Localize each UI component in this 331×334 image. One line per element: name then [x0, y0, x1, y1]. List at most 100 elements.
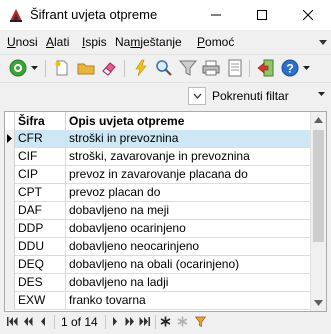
cell-code[interactable]: CPT	[15, 184, 66, 202]
lightning-icon	[135, 59, 147, 77]
menu-ispis[interactable]: Ispis	[82, 35, 107, 49]
cell-description[interactable]: dobavljeno na obali (ocarinjeno)	[66, 256, 312, 274]
open-button[interactable]	[76, 58, 96, 78]
row-selector[interactable]	[5, 184, 15, 202]
menu-alati[interactable]: Alati	[46, 35, 69, 49]
cell-code[interactable]: CFR	[15, 130, 66, 148]
delete-record-button[interactable]	[176, 314, 189, 329]
row-selector[interactable]	[5, 166, 15, 184]
print-button[interactable]	[201, 58, 221, 78]
new-record-icon	[55, 60, 68, 76]
scrollbar-thumb[interactable]	[313, 130, 324, 242]
table-row[interactable]: DEQ dobavljeno na obali (ocarinjeno)	[5, 256, 312, 274]
window-title: Šifrant uvjeta otpreme	[30, 7, 158, 22]
cell-code[interactable]: DAF	[15, 202, 66, 220]
cell-description[interactable]: prevoz in zavarovanje placana do	[66, 166, 312, 184]
column-header-code[interactable]: Šifra	[15, 112, 66, 130]
cell-code[interactable]: DDP	[15, 220, 66, 238]
table-row[interactable]: DDP dobavljeno ocarinjeno	[5, 220, 312, 238]
table-row[interactable]: DDU dobavljeno neocarinjeno	[5, 238, 312, 256]
prev-page-icon	[23, 317, 32, 326]
cell-code[interactable]: DDU	[15, 238, 66, 256]
vertical-scrollbar[interactable]	[310, 112, 326, 311]
help-button[interactable]: ?	[280, 58, 300, 78]
grid-header: Šifra Opis uvjeta otpreme	[5, 112, 312, 131]
row-selector[interactable]	[5, 130, 15, 148]
go-icon	[9, 59, 27, 77]
row-selector[interactable]	[5, 220, 15, 238]
exit-button[interactable]	[256, 58, 276, 78]
menu-namjestanje[interactable]: Namještanje	[115, 35, 182, 49]
title-bar: Šifrant uvjeta otpreme	[0, 0, 331, 30]
filter-button[interactable]	[178, 58, 198, 78]
help-icon: ?	[281, 59, 299, 77]
close-button[interactable]	[285, 0, 331, 30]
table-row[interactable]: DES dobavljeno na ladji	[5, 274, 312, 292]
row-selector[interactable]	[5, 256, 15, 274]
navigator-separator	[105, 315, 106, 329]
first-page-button[interactable]	[6, 314, 19, 329]
exit-icon	[257, 59, 274, 77]
row-selector[interactable]	[5, 274, 15, 292]
eraser-icon	[102, 62, 116, 76]
row-selector[interactable]	[5, 292, 15, 310]
maximize-button[interactable]	[239, 0, 285, 30]
last-page-button[interactable]	[138, 314, 151, 329]
row-selector[interactable]	[5, 148, 15, 166]
erase-button[interactable]	[99, 58, 119, 78]
dropdown-arrow-icon[interactable]	[318, 92, 325, 97]
table-row[interactable]: CIP prevoz in zavarovanje placana do	[5, 166, 312, 184]
table-row[interactable]: CPT prevoz placan do	[5, 184, 312, 202]
cell-description[interactable]: stroški in prevoznina	[66, 130, 312, 148]
filter-dropdown-button[interactable]	[188, 87, 206, 105]
cell-code[interactable]: CIF	[15, 148, 66, 166]
cell-description[interactable]: dobavljeno na ladji	[66, 274, 312, 292]
filter-bar: Pokrenuti filtar	[0, 82, 331, 109]
cell-description[interactable]: dobavljeno neocarinjeno	[66, 238, 312, 256]
table-row[interactable]: CFR stroški in prevoznina	[5, 130, 312, 148]
append-record-button[interactable]	[159, 314, 172, 329]
open-folder-icon	[77, 63, 95, 75]
toolbar-separator	[249, 60, 250, 77]
menu-pomoc[interactable]: Pomoć	[197, 35, 234, 49]
cell-description[interactable]: dobavljeno na meji	[66, 202, 312, 220]
row-selector[interactable]	[5, 202, 15, 220]
cell-description[interactable]: dobavljeno ocarinjeno	[66, 220, 312, 238]
cell-description[interactable]: prevoz placan do	[66, 184, 312, 202]
row-selector-header	[5, 112, 15, 130]
menu-unosi[interactable]: Unosi	[7, 35, 38, 49]
print-preview-button[interactable]	[225, 58, 245, 78]
table-row[interactable]: DAF dobavljeno na meji	[5, 202, 312, 220]
scroll-down-arrow-icon[interactable]	[314, 300, 323, 306]
table-row[interactable]: EXW franko tovarna	[5, 292, 312, 310]
row-selector[interactable]	[5, 238, 15, 256]
next-record-button[interactable]	[108, 314, 121, 329]
scroll-up-arrow-icon[interactable]	[314, 117, 323, 123]
menu-overflow-arrow-icon[interactable]	[319, 40, 327, 46]
search-button[interactable]	[154, 58, 174, 78]
prev-record-icon	[40, 317, 45, 326]
current-row-indicator-icon	[7, 134, 12, 143]
prev-page-button[interactable]	[21, 314, 34, 329]
next-page-button[interactable]	[123, 314, 136, 329]
cell-description[interactable]: franko tovarna	[66, 292, 312, 310]
cell-code[interactable]: CIP	[15, 166, 66, 184]
app-icon	[10, 9, 22, 22]
cell-code[interactable]: DEQ	[15, 256, 66, 274]
cell-description[interactable]: stroški, zavarovanje in prevoznina	[66, 148, 312, 166]
quick-action-button[interactable]	[131, 58, 151, 78]
navigator-filter-button[interactable]	[194, 314, 207, 329]
asterisk-icon	[160, 316, 171, 327]
go-button[interactable]	[8, 58, 28, 78]
run-filter-button[interactable]: Pokrenuti filtar	[212, 89, 289, 103]
cell-code[interactable]: DES	[15, 274, 66, 292]
cell-code[interactable]: EXW	[15, 292, 66, 310]
minimize-button[interactable]	[193, 0, 239, 30]
table-row[interactable]: CIF stroški, zavarovanje in prevoznina	[5, 148, 312, 166]
help-dropdown[interactable]	[301, 58, 311, 78]
prev-record-button[interactable]	[36, 314, 49, 329]
column-header-description[interactable]: Opis uvjeta otpreme	[66, 112, 312, 130]
record-navigator: 1 of 14	[4, 313, 327, 331]
new-record-button[interactable]	[52, 58, 72, 78]
go-dropdown[interactable]	[28, 58, 40, 78]
